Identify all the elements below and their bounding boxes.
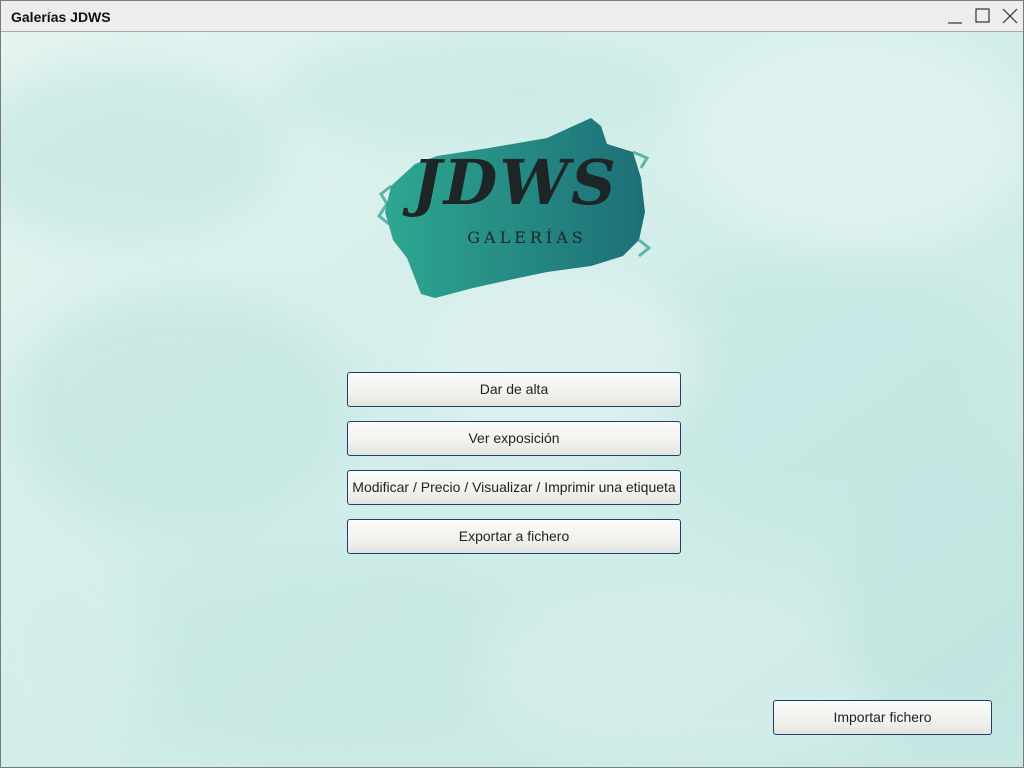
main-panel: JDWS GALERÍAS Dar de alta Ver exposición…: [1, 32, 1023, 767]
import-file-button[interactable]: Importar fichero: [773, 700, 992, 735]
maximize-icon[interactable]: [971, 5, 995, 27]
window-title: Galerías JDWS: [11, 9, 111, 25]
close-icon[interactable]: [998, 5, 1022, 27]
logo-title: JDWS: [412, 146, 618, 219]
title-bar[interactable]: Galerías JDWS: [1, 1, 1023, 32]
minimize-icon[interactable]: [943, 5, 967, 27]
app-window: Galerías JDWS JDWS GALERÍAS Dar de alta …: [0, 0, 1024, 768]
modify-price-print-button[interactable]: Modificar / Precio / Visualizar / Imprim…: [347, 470, 681, 505]
export-file-button[interactable]: Exportar a fichero: [347, 519, 681, 554]
logo-subtitle: GALERÍAS: [467, 228, 587, 247]
register-button[interactable]: Dar de alta: [347, 372, 681, 407]
jdws-logo: JDWS GALERÍAS: [377, 108, 653, 304]
view-exhibition-button[interactable]: Ver exposición: [347, 421, 681, 456]
